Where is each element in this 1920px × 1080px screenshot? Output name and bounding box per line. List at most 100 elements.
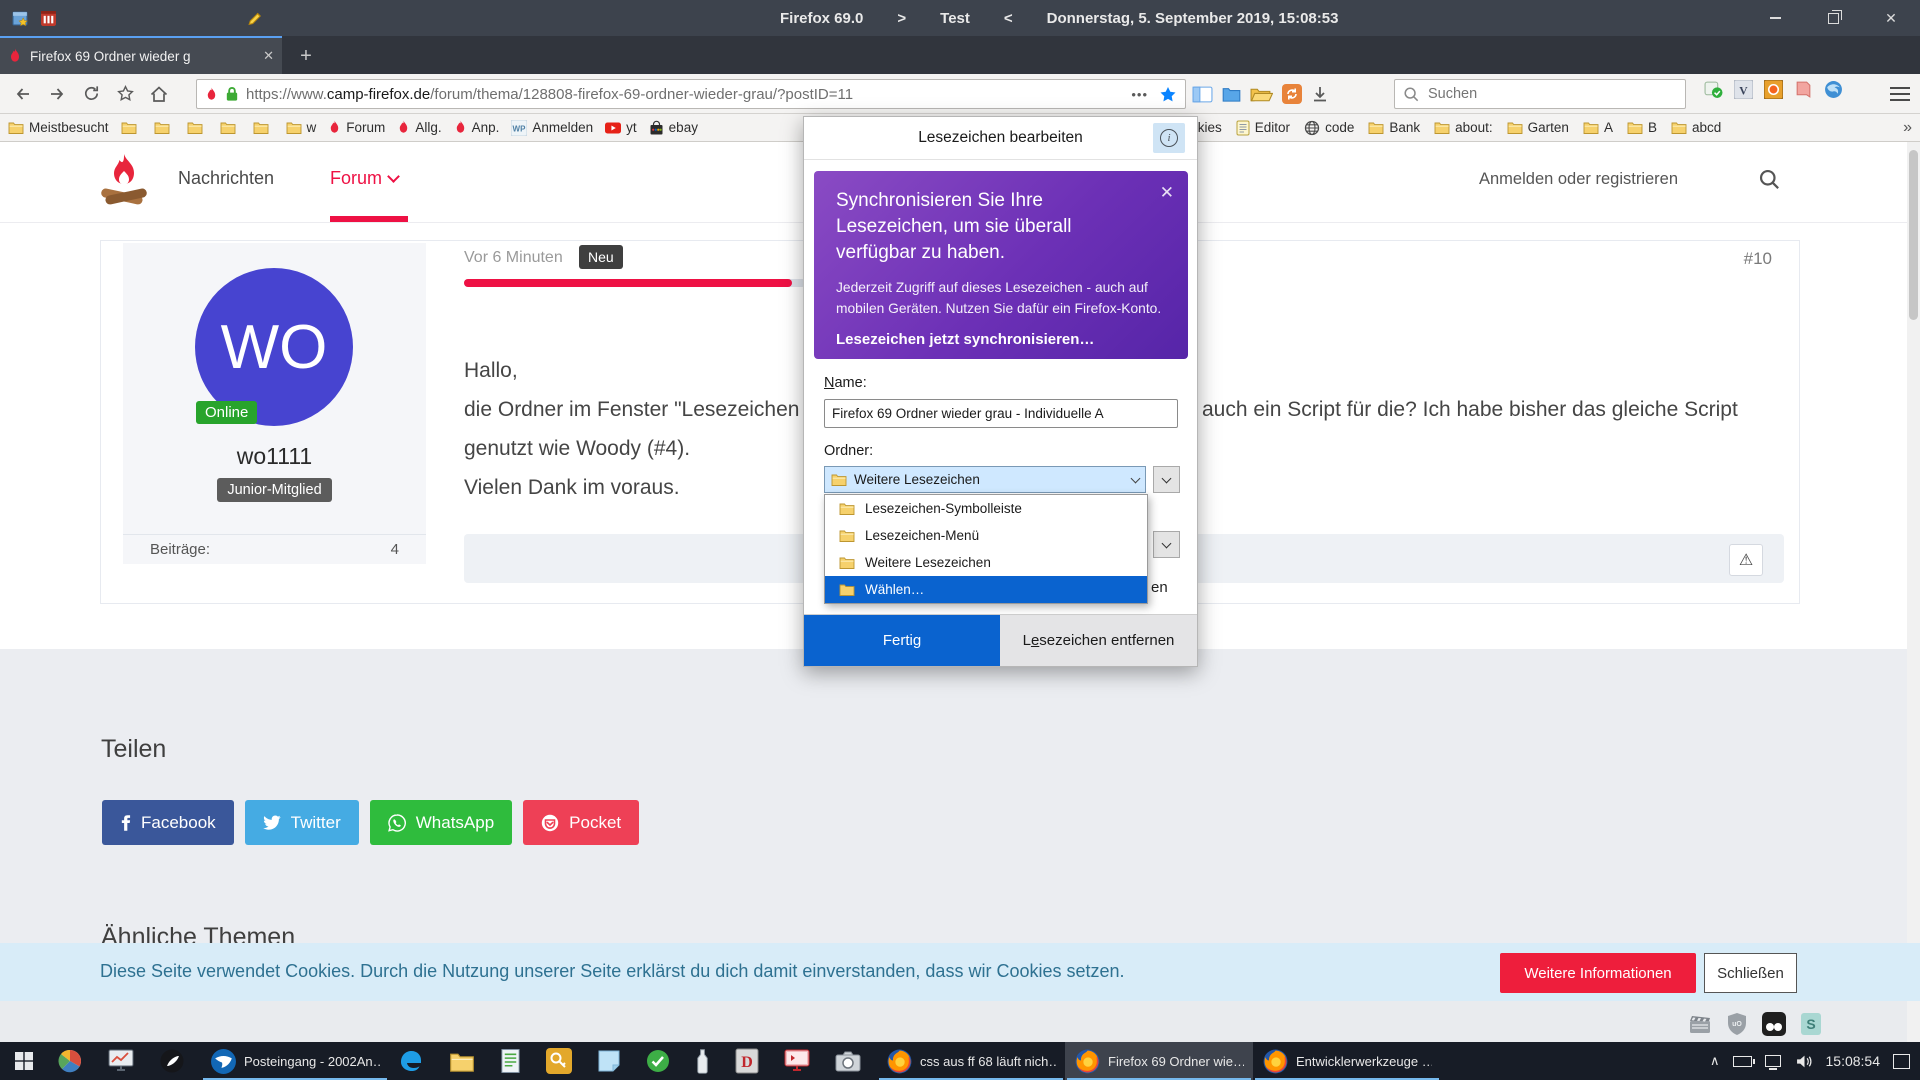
taskbar-item[interactable]: [637, 1042, 686, 1080]
network-icon[interactable]: [1765, 1055, 1781, 1067]
share-button[interactable]: Twitter: [245, 800, 359, 845]
page-scrollbar[interactable]: [1907, 142, 1920, 1042]
nav-item-nachrichten[interactable]: Nachrichten: [178, 168, 274, 189]
folder-option[interactable]: Weitere Lesezeichen: [825, 549, 1147, 576]
bookmark-name-input[interactable]: [824, 399, 1178, 428]
star-icon[interactable]: [108, 79, 142, 109]
bookmark-item[interactable]: Garten: [1507, 120, 1569, 135]
extension-green-check-icon[interactable]: [1704, 80, 1723, 99]
post-timestamp[interactable]: Vor 6 Minuten: [464, 249, 563, 267]
url-text[interactable]: https://www.camp-firefox.de/forum/thema/…: [246, 86, 1124, 103]
taskbar-item[interactable]: [150, 1042, 201, 1080]
bookmark-item[interactable]: [121, 121, 142, 134]
taskbar-item[interactable]: [686, 1042, 726, 1080]
lock-icon[interactable]: [225, 86, 239, 102]
bookmark-item[interactable]: Editor: [1236, 120, 1290, 136]
battery-icon[interactable]: [1733, 1056, 1752, 1067]
blue-folder-icon[interactable]: [1222, 86, 1241, 102]
new-tab-button[interactable]: +: [292, 42, 320, 70]
tray-clock[interactable]: 15:08:54: [1826, 1053, 1881, 1069]
bookmark-star-filled-icon[interactable]: [1159, 86, 1177, 103]
folder-expander-button[interactable]: [1153, 466, 1180, 493]
bookmark-item[interactable]: Forum: [328, 120, 385, 135]
share-button[interactable]: WhatsApp: [370, 800, 512, 845]
speaker-icon[interactable]: [1796, 1054, 1813, 1069]
page-float-icon[interactable]: S: [1800, 1012, 1822, 1036]
sync-promo-close-icon[interactable]: ✕: [1160, 183, 1174, 203]
active-tab[interactable]: Firefox 69 Ordner wieder g ✕: [0, 36, 282, 74]
search-bar[interactable]: [1394, 79, 1686, 109]
taskbar-item[interactable]: css aus ff 68 läuft nich…: [877, 1042, 1065, 1080]
folder-option[interactable]: Lesezeichen-Symbolleiste: [825, 495, 1147, 522]
taskbar-item[interactable]: [389, 1042, 440, 1080]
taskbar-item[interactable]: Entwicklerwerkzeuge …: [1253, 1042, 1441, 1080]
bookmark-item[interactable]: WPAnmelden: [511, 120, 593, 136]
taskbar-item[interactable]: [826, 1042, 877, 1080]
bookmark-item[interactable]: A: [1583, 120, 1613, 135]
header-search-icon[interactable]: [1758, 168, 1780, 190]
taskbar-item[interactable]: [491, 1042, 537, 1080]
search-input[interactable]: [1426, 85, 1677, 103]
taskbar-item[interactable]: [588, 1042, 637, 1080]
close-button[interactable]: ✕: [1862, 0, 1920, 36]
taskbar-item[interactable]: D: [726, 1042, 775, 1080]
report-button[interactable]: ⚠: [1729, 544, 1763, 576]
page-float-icon[interactable]: [1688, 1013, 1712, 1035]
url-bar[interactable]: https://www.camp-firefox.de/forum/thema/…: [196, 79, 1186, 109]
tray-chevron-icon[interactable]: ∧: [1710, 1053, 1720, 1069]
done-button[interactable]: Fertig: [804, 615, 1000, 666]
info-button[interactable]: i: [1153, 123, 1185, 153]
home-icon[interactable]: [142, 79, 176, 109]
taskbar-item[interactable]: [99, 1042, 150, 1080]
taskbar-item[interactable]: [440, 1042, 491, 1080]
share-button[interactable]: Facebook: [102, 800, 234, 845]
bookmark-item[interactable]: about:: [1434, 120, 1493, 135]
folder-option[interactable]: Lesezeichen-Menü: [825, 522, 1147, 549]
reload-icon[interactable]: [74, 79, 108, 109]
taskbar-item[interactable]: Posteingang - 2002An…: [201, 1042, 389, 1080]
start-button[interactable]: [0, 1042, 48, 1080]
download-icon[interactable]: [1311, 85, 1329, 103]
bookmarks-overflow-chevron-icon[interactable]: »: [1903, 114, 1912, 141]
open-folder-icon[interactable]: [1250, 86, 1273, 103]
bookmark-item[interactable]: [187, 121, 208, 134]
folder-option-choose[interactable]: Wählen…: [825, 576, 1147, 603]
username[interactable]: wo1111: [123, 443, 426, 470]
page-float-icon[interactable]: uO: [1726, 1012, 1748, 1036]
cookie-info-button[interactable]: Weitere Informationen: [1500, 953, 1696, 993]
sidebar-icon[interactable]: [1192, 85, 1213, 104]
folder-select[interactable]: Weitere Lesezeichen: [824, 466, 1146, 493]
taskbar-item[interactable]: Firefox 69 Ordner wie…: [1065, 1042, 1253, 1080]
minimize-button[interactable]: [1746, 0, 1804, 36]
bookmark-item[interactable]: Meistbesucht: [8, 120, 109, 135]
pencil-icon[interactable]: [246, 10, 263, 27]
tab-close-icon[interactable]: ✕: [263, 48, 274, 64]
cookie-close-button[interactable]: Schließen: [1704, 953, 1797, 993]
extension-blue-swirl-icon[interactable]: [1824, 80, 1843, 99]
bookmark-item[interactable]: code: [1304, 120, 1354, 136]
bookmark-item[interactable]: w: [286, 120, 317, 135]
bookmark-item[interactable]: ebay: [649, 120, 698, 136]
page-float-icon[interactable]: [1762, 1012, 1786, 1036]
extension-pink-icon[interactable]: [1794, 80, 1813, 99]
scrollbar-thumb[interactable]: [1909, 150, 1918, 320]
extension-orange-icon[interactable]: [1764, 80, 1783, 99]
bookmark-item[interactable]: Bank: [1368, 120, 1420, 135]
taskbar-item[interactable]: [48, 1042, 99, 1080]
taskbar-item[interactable]: [537, 1042, 588, 1080]
bookmark-item[interactable]: [154, 121, 175, 134]
sync-now-link[interactable]: Lesezeichen jetzt synchronisieren…: [836, 331, 1166, 348]
bookmark-item[interactable]: yt: [605, 120, 637, 136]
campfire-logo-icon[interactable]: [98, 152, 150, 212]
nav-item-forum[interactable]: Forum: [330, 168, 398, 189]
action-center-icon[interactable]: [1893, 1054, 1910, 1069]
remove-bookmark-button[interactable]: Lesezeichen entfernen: [1000, 615, 1197, 666]
page-actions-icon[interactable]: •••: [1131, 87, 1148, 102]
bookmark-item[interactable]: [220, 121, 241, 134]
tags-expander-button[interactable]: [1153, 531, 1180, 558]
bookmark-item[interactable]: Allg.: [397, 120, 441, 135]
back-icon[interactable]: [6, 79, 40, 109]
share-button[interactable]: Pocket: [523, 800, 639, 845]
extension-v-icon[interactable]: V: [1734, 80, 1753, 99]
taskbar-item[interactable]: [775, 1042, 826, 1080]
